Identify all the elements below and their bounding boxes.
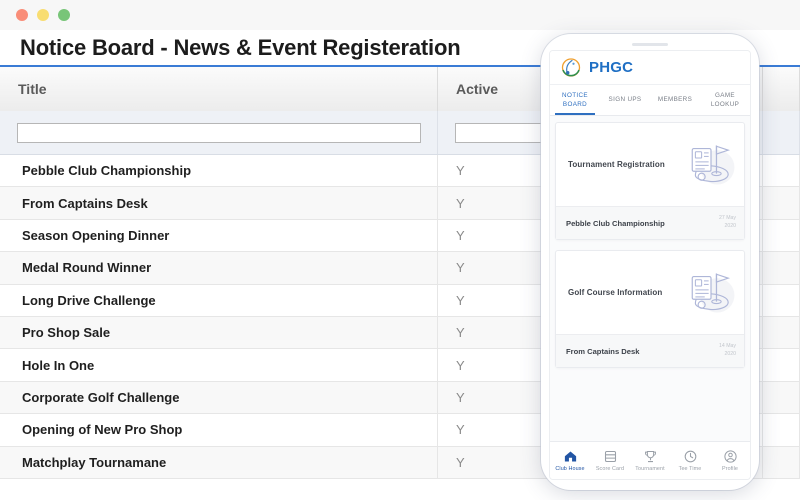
cell-title: Long Drive Challenge	[0, 284, 438, 316]
home-icon	[563, 449, 578, 464]
notice-card[interactable]: Golf Course Information From Captains Des…	[555, 250, 745, 368]
cell-title: Opening of New Pro Shop	[0, 414, 438, 446]
nav-item-club-house[interactable]: Club House	[550, 449, 590, 472]
tab-label-line1: MEMBERS	[657, 96, 693, 104]
tab-label-line2: LOOKUP	[710, 101, 740, 108]
phone-screen: PHGC NOTICE BOARD SIGN UPS MEMBERS GAME LOOKU…	[549, 50, 751, 480]
column-header-title[interactable]: Title	[0, 67, 438, 111]
tab-label-line1: SIGN UPS	[608, 96, 642, 104]
phone-notice-list: Tournament Registration Pebble Club Champ…	[550, 116, 750, 441]
nav-item-label: Club House	[555, 466, 585, 472]
golf-flag-document-icon	[691, 144, 735, 185]
notice-card-footer: From Captains Desk 14 May 2020	[556, 334, 744, 367]
phone-brand-label: PHGC	[589, 59, 634, 76]
nav-item-score-card[interactable]: Score Card	[590, 449, 630, 472]
nav-item-tournament[interactable]: Tournament	[630, 449, 670, 472]
tab-label-line2: BOARD	[562, 101, 588, 108]
cell-extra	[763, 187, 800, 219]
notice-card-date-day: 14 May	[718, 343, 736, 350]
cell-title: Hole In One	[0, 349, 438, 381]
filter-cell-extra	[763, 111, 800, 154]
notice-card-body: Tournament Registration	[556, 123, 744, 206]
tab-sign-ups[interactable]: SIGN UPS	[600, 85, 650, 115]
filter-cell-title	[0, 111, 438, 154]
tab-notice[interactable]: NOTICE BOARD	[550, 85, 600, 115]
cell-extra	[763, 155, 800, 187]
phone-speaker-grill	[632, 43, 668, 46]
notice-card-label: Golf Course Information	[568, 288, 663, 297]
golf-club-emblem-icon	[561, 57, 581, 77]
clock-icon	[683, 449, 698, 464]
cell-title: Matchplay Tournamane	[0, 446, 438, 478]
scorecard-icon	[603, 449, 618, 464]
trophy-icon	[643, 449, 658, 464]
phone-mockup: PHGC NOTICE BOARD SIGN UPS MEMBERS GAME LOOKU…	[541, 34, 759, 490]
cell-extra	[763, 219, 800, 252]
nav-item-label: Tournament	[635, 466, 665, 472]
notice-card[interactable]: Tournament Registration Pebble Club Champ…	[555, 122, 745, 240]
nav-item-tee-time[interactable]: Tee Time	[670, 449, 710, 472]
close-button[interactable]	[16, 9, 28, 21]
cell-title: Corporate Golf Challenge	[0, 381, 438, 414]
nav-item-label: Score Card	[595, 466, 625, 472]
cell-extra	[763, 414, 800, 446]
nav-item-profile[interactable]: Profile	[710, 449, 750, 472]
cell-title: Pro Shop Sale	[0, 316, 438, 349]
notice-card-footer: Pebble Club Championship 27 May 2020	[556, 206, 744, 239]
cell-title: Medal Round Winner	[0, 252, 438, 284]
cell-extra	[763, 381, 800, 414]
window-titlebar	[0, 0, 800, 30]
notice-card-date-year: 2020	[724, 351, 736, 357]
phone-tab-bar: NOTICE BOARD SIGN UPS MEMBERS GAME LOOKUP	[550, 85, 750, 116]
cell-extra	[763, 349, 800, 381]
cell-title: Season Opening Dinner	[0, 219, 438, 252]
tab-game[interactable]: GAME LOOKUP	[700, 85, 750, 115]
maximize-button[interactable]	[58, 9, 70, 21]
tab-label-line1: GAME	[715, 91, 735, 99]
cell-extra	[763, 446, 800, 478]
notice-card-label: Tournament Registration	[568, 160, 665, 169]
nav-item-label: Tee Time	[678, 466, 702, 472]
cell-title: From Captains Desk	[0, 187, 438, 219]
filter-input-title[interactable]	[16, 122, 421, 143]
notice-card-body: Golf Course Information	[556, 251, 744, 334]
notice-card-date-year: 2020	[724, 223, 736, 229]
notice-card-date: 14 May 2020	[719, 343, 736, 359]
tab-members[interactable]: MEMBERS	[650, 85, 700, 115]
cell-extra	[763, 316, 800, 349]
tab-label-line1: NOTICE	[562, 91, 588, 99]
minimize-button[interactable]	[37, 9, 49, 21]
person-icon	[723, 449, 738, 464]
cell-extra	[763, 252, 800, 284]
cell-title: Pebble Club Championship	[0, 155, 438, 187]
phone-bottom-nav: Club House Score Card Tournament Tee Time Pr…	[550, 441, 750, 479]
nav-item-label: Profile	[722, 466, 738, 472]
notice-card-footer-title: Pebble Club Championship	[566, 218, 665, 228]
cell-extra	[763, 284, 800, 316]
notice-card-footer-title: From Captains Desk	[566, 346, 640, 356]
column-header-extra[interactable]	[763, 67, 800, 111]
app-window: Notice Board - News & Event Registeratio…	[0, 0, 800, 500]
phone-app-header: PHGC	[550, 51, 750, 85]
notice-card-date-day: 27 May	[718, 215, 736, 222]
golf-flag-document-icon	[691, 272, 735, 313]
notice-card-date: 27 May 2020	[719, 215, 736, 231]
